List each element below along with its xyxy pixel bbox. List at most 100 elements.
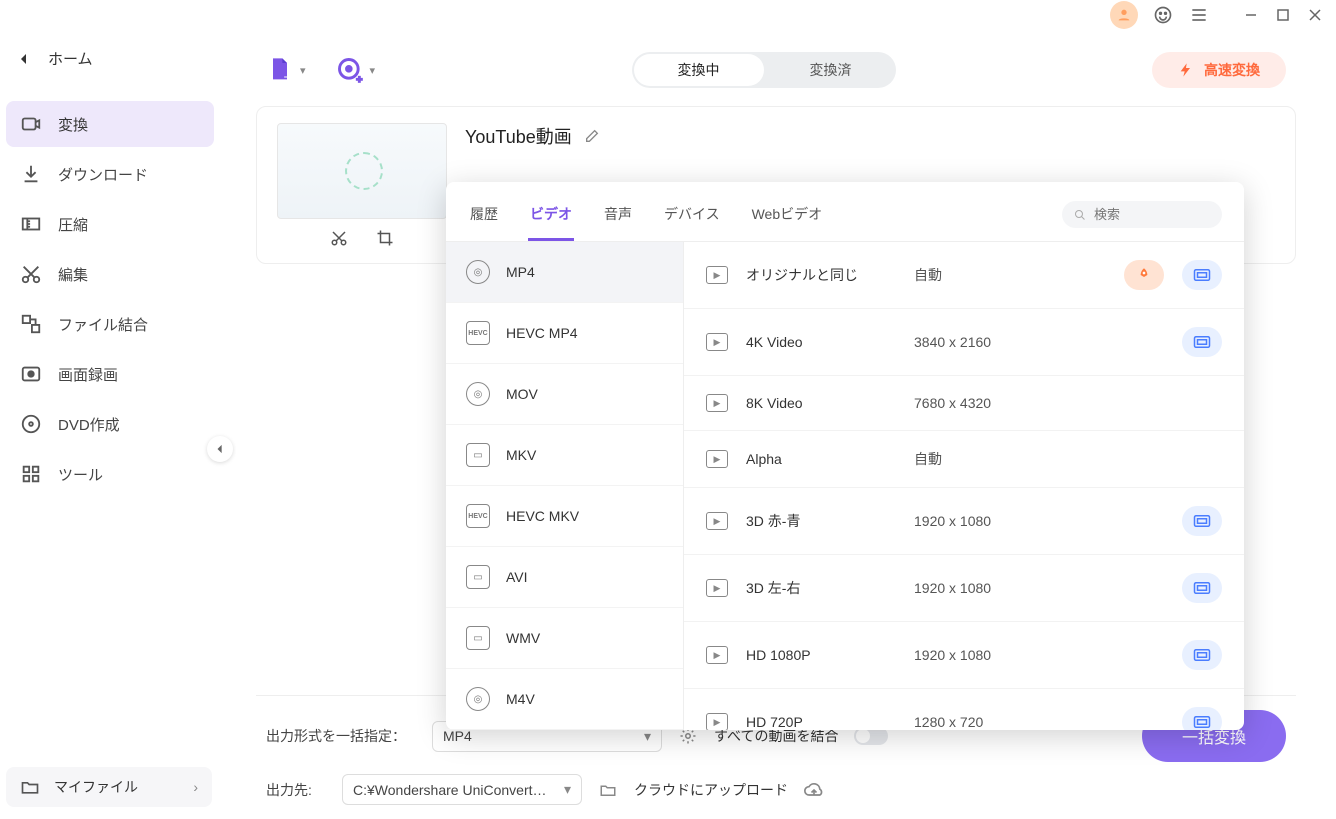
resolution-item-3[interactable]: ▶Alpha自動 xyxy=(684,431,1244,488)
user-avatar[interactable] xyxy=(1110,1,1138,29)
sidebar: ホーム 変換ダウンロード圧縮編集ファイル結合画面録画 DVD作成ツール マイファイ… xyxy=(0,0,220,819)
tab-web[interactable]: Webビデオ xyxy=(750,196,825,241)
resolution-item-1[interactable]: ▶4K Video3840 x 2160 xyxy=(684,309,1244,376)
popup-tabs: 履歴 ビデオ 音声 デバイス Webビデオ xyxy=(446,182,1244,242)
title-bar xyxy=(1096,0,1336,30)
chevron-down-icon: ▾ xyxy=(300,64,306,77)
output-format-label: 出力形式を一括指定： xyxy=(266,726,416,746)
hd-chip-icon[interactable] xyxy=(1182,640,1222,670)
sidebar-item-4[interactable]: ファイル結合 xyxy=(6,301,214,347)
play-icon: ▶ xyxy=(706,579,728,597)
resolution-value: 1920 x 1080 xyxy=(914,647,1164,663)
format-label: MKV xyxy=(506,447,536,463)
format-label: M4V xyxy=(506,691,535,707)
format-item-mkv[interactable]: ▭MKV xyxy=(446,425,683,486)
chevron-down-icon: ▾ xyxy=(644,728,651,745)
collapse-sidebar-button[interactable] xyxy=(207,436,233,462)
rocket-chip-icon[interactable] xyxy=(1124,260,1164,290)
hd-chip-icon[interactable] xyxy=(1182,327,1222,357)
merge-icon xyxy=(20,313,42,335)
fast-convert-button[interactable]: 高速変換 xyxy=(1152,52,1286,88)
resolution-item-4[interactable]: ▶3D 赤-青1920 x 1080 xyxy=(684,488,1244,555)
resolution-item-5[interactable]: ▶3D 左-右1920 x 1080 xyxy=(684,555,1244,622)
output-path-select[interactable]: C:¥Wondershare UniConverter 1 ▾ xyxy=(342,774,582,805)
format-item-wmv[interactable]: ▭WMV xyxy=(446,608,683,669)
output-path-label: 出力先: xyxy=(266,780,326,800)
chevron-down-icon: ▾ xyxy=(370,64,376,77)
tab-device[interactable]: デバイス xyxy=(662,196,722,241)
format-item-mov[interactable]: ◎MOV xyxy=(446,364,683,425)
edit-icon xyxy=(584,128,600,144)
sidebar-item-1[interactable]: ダウンロード xyxy=(6,151,214,197)
file-thumbnail[interactable] xyxy=(277,123,447,219)
resolution-value: 3840 x 2160 xyxy=(914,334,1164,350)
add-file-button[interactable]: + ▾ xyxy=(266,56,306,84)
sidebar-item-label: ファイル結合 xyxy=(58,314,148,335)
sidebar-item-label: 変換 xyxy=(58,114,88,135)
trim-button[interactable] xyxy=(330,229,348,247)
format-item-mp4[interactable]: ◎MP4 xyxy=(446,242,683,303)
sidebar-item-5[interactable]: 画面録画 xyxy=(6,351,214,397)
menu-icon[interactable] xyxy=(1188,4,1210,26)
myfiles-link[interactable]: マイファイル › xyxy=(6,767,212,807)
resolution-list[interactable]: ▶オリジナルと同じ自動▶4K Video3840 x 2160▶8K Video… xyxy=(684,242,1244,730)
resolution-name: Alpha xyxy=(746,451,896,467)
output-format-value: MP4 xyxy=(443,728,472,744)
tab-history[interactable]: 履歴 xyxy=(468,196,500,241)
tab-converted[interactable]: 変換済 xyxy=(766,52,896,88)
output-path-value: C:¥Wondershare UniConverter 1 xyxy=(353,782,553,798)
cloud-upload-button[interactable] xyxy=(804,780,824,800)
hd-chip-icon[interactable] xyxy=(1182,506,1222,536)
home-link[interactable]: ホーム xyxy=(0,36,220,81)
tab-converting[interactable]: 変換中 xyxy=(634,54,764,86)
chevron-down-icon: ▾ xyxy=(564,781,571,798)
resolution-item-0[interactable]: ▶オリジナルと同じ自動 xyxy=(684,242,1244,309)
format-item-hevc-mp4[interactable]: HEVCHEVC MP4 xyxy=(446,303,683,364)
format-item-avi[interactable]: ▭AVI xyxy=(446,547,683,608)
play-icon: ▶ xyxy=(706,394,728,412)
format-label: MP4 xyxy=(506,264,535,280)
resolution-item-6[interactable]: ▶HD 1080P1920 x 1080 xyxy=(684,622,1244,689)
sidebar-item-7[interactable]: ツール xyxy=(6,451,214,497)
dvd-icon xyxy=(20,413,42,435)
user-icon xyxy=(1116,7,1132,23)
chevron-left-icon xyxy=(18,53,30,65)
crop-button[interactable] xyxy=(376,229,394,247)
sidebar-item-2[interactable]: 圧縮 xyxy=(6,201,214,247)
format-item-hevc-mkv[interactable]: HEVCHEVC MKV xyxy=(446,486,683,547)
hd-chip-icon[interactable] xyxy=(1182,260,1222,290)
tab-audio[interactable]: 音声 xyxy=(602,196,634,241)
file-add-icon: + xyxy=(266,56,294,84)
popup-search[interactable] xyxy=(1062,201,1222,228)
format-list[interactable]: ◎MP4HEVCHEVC MP4◎MOV▭MKVHEVCHEVC MKV▭AVI… xyxy=(446,242,684,730)
format-item-m4v[interactable]: ◎M4V xyxy=(446,669,683,730)
resolution-name: オリジナルと同じ xyxy=(746,265,896,285)
play-icon: ▶ xyxy=(706,713,728,730)
resolution-item-7[interactable]: ▶HD 720P1280 x 720 xyxy=(684,689,1244,730)
minimize-button[interactable] xyxy=(1244,8,1258,22)
video-icon xyxy=(20,113,42,135)
sidebar-item-label: DVD作成 xyxy=(58,414,120,435)
tab-video[interactable]: ビデオ xyxy=(528,196,574,241)
main-toolbar: + ▾ ▾ 変換中 変換済 高速変換 xyxy=(236,40,1316,100)
hd-chip-icon[interactable] xyxy=(1182,573,1222,603)
hd-chip-icon[interactable] xyxy=(1182,707,1222,730)
file-title: YouTube動画 xyxy=(465,123,572,149)
support-icon[interactable] xyxy=(1152,4,1174,26)
sidebar-item-3[interactable]: 編集 xyxy=(6,251,214,297)
rename-button[interactable] xyxy=(584,128,600,144)
record-icon xyxy=(20,363,42,385)
maximize-button[interactable] xyxy=(1276,8,1290,22)
resolution-name: 3D 赤-青 xyxy=(746,511,896,531)
sidebar-item-label: 圧縮 xyxy=(58,214,88,235)
resolution-item-2[interactable]: ▶8K Video7680 x 4320 xyxy=(684,376,1244,431)
add-url-button[interactable]: ▾ xyxy=(336,56,376,84)
sidebar-item-0[interactable]: 変換 xyxy=(6,101,214,147)
open-folder-button[interactable] xyxy=(598,780,618,800)
sidebar-item-6[interactable]: DVD作成 xyxy=(6,401,214,447)
format-label: WMV xyxy=(506,630,540,646)
close-button[interactable] xyxy=(1308,8,1322,22)
popup-search-input[interactable] xyxy=(1094,207,1210,222)
download-icon xyxy=(20,163,42,185)
resolution-value: 1920 x 1080 xyxy=(914,580,1164,596)
